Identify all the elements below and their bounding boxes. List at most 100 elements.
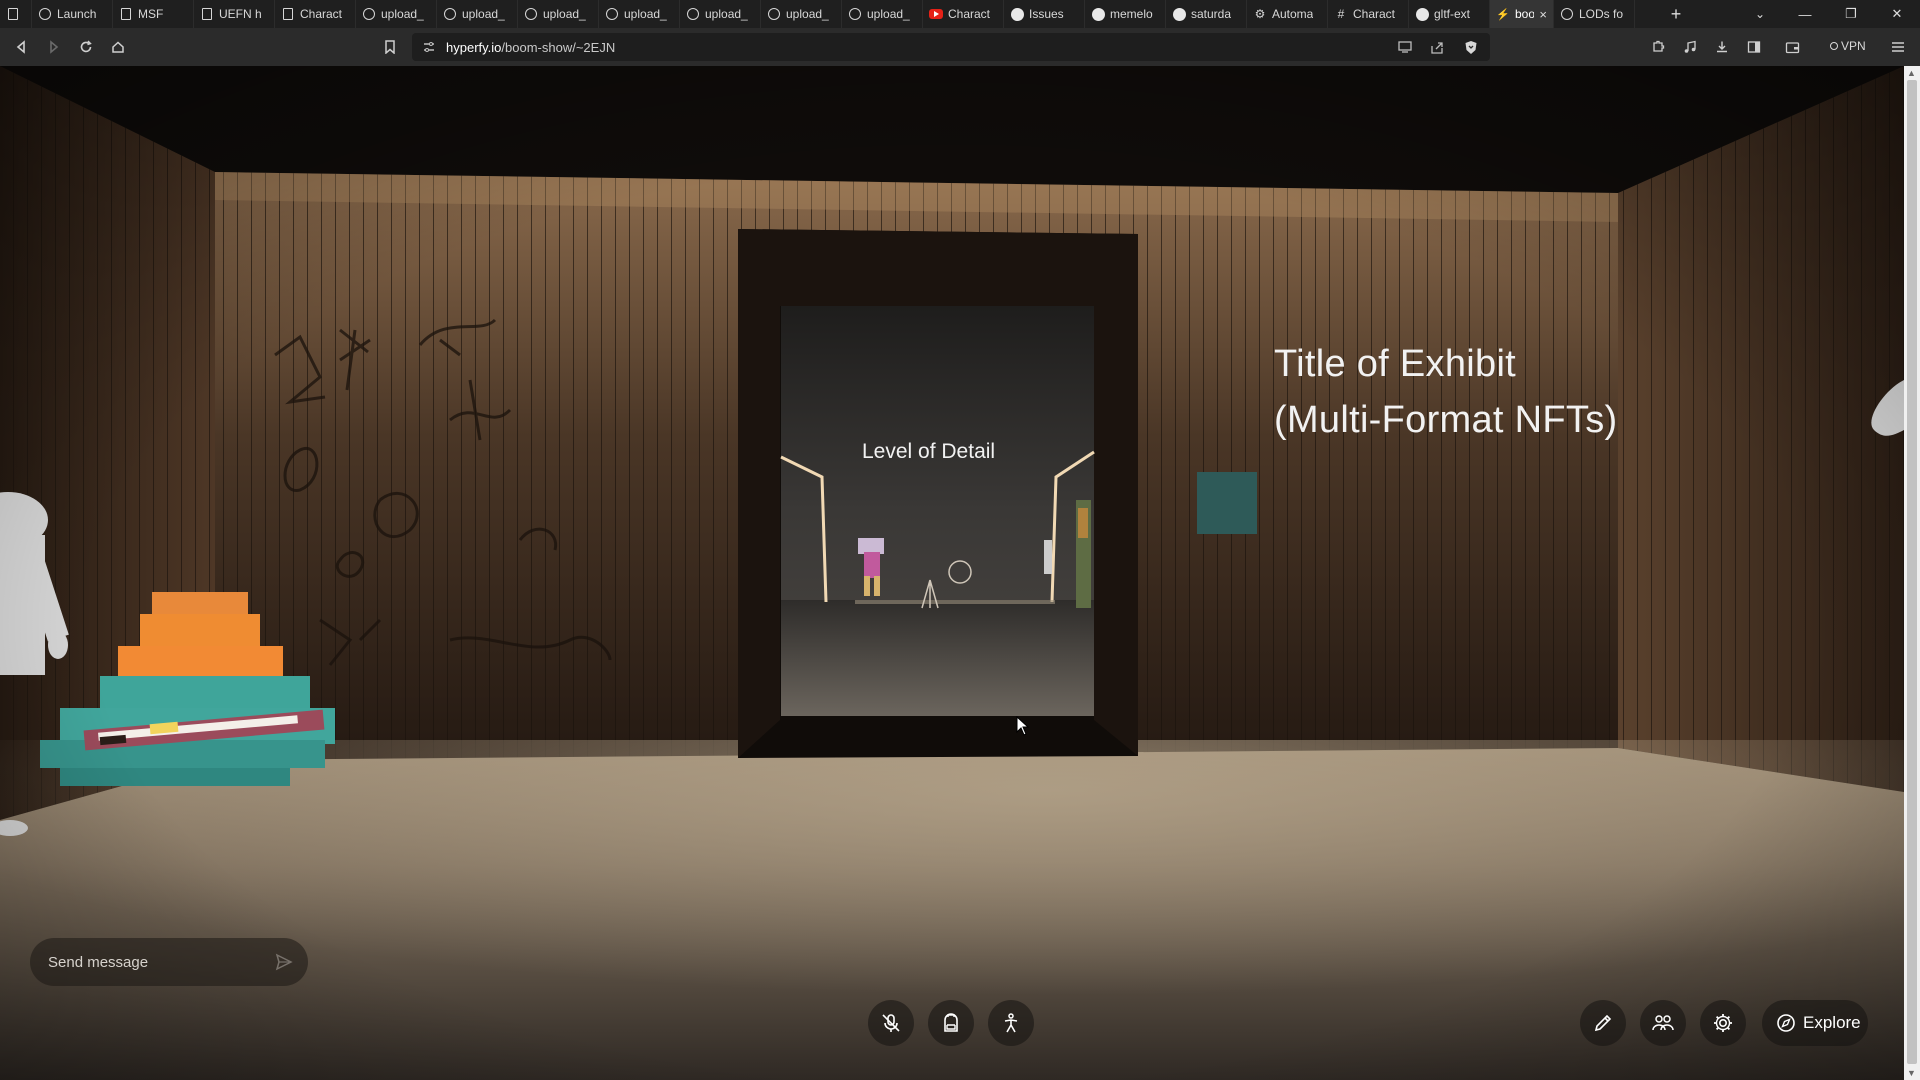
url-text: hyperfy.io/boom-show/~2EJN bbox=[446, 40, 615, 55]
menu-icon[interactable] bbox=[1888, 37, 1908, 57]
tab-title: upload_ bbox=[705, 7, 748, 21]
minimize-button[interactable]: — bbox=[1782, 0, 1828, 28]
brave-shield-icon[interactable] bbox=[1462, 38, 1480, 56]
vpn-icon bbox=[1830, 42, 1838, 50]
exhibit-title: Title of Exhibit (Multi-Format NFTs) bbox=[1274, 336, 1617, 448]
page-scrollbar[interactable]: ▲ ▼ bbox=[1904, 66, 1920, 1080]
tab-title: upload_ bbox=[867, 7, 910, 21]
download-icon[interactable] bbox=[1712, 37, 1732, 57]
backpack-icon bbox=[944, 1013, 958, 1032]
tab-title: LODs fo bbox=[1579, 7, 1624, 21]
cast-icon[interactable] bbox=[1396, 38, 1414, 56]
home-icon bbox=[112, 41, 124, 53]
tab-search-button[interactable]: ⌄ bbox=[1740, 0, 1780, 28]
explore-button[interactable]: Explore bbox=[1762, 1000, 1868, 1046]
globe-icon bbox=[524, 7, 538, 21]
globe-icon bbox=[848, 7, 862, 21]
tab-title: MSF bbox=[138, 7, 164, 21]
github-icon bbox=[1172, 7, 1186, 21]
gallery-scene bbox=[0, 66, 1904, 1080]
build-button[interactable] bbox=[1580, 1000, 1626, 1046]
close-window-button[interactable]: ✕ bbox=[1874, 0, 1920, 28]
browser-tab[interactable]: Charact bbox=[923, 0, 1004, 28]
exhibit-title-line2: (Multi-Format NFTs) bbox=[1274, 399, 1618, 441]
mute-mic-button[interactable] bbox=[868, 1000, 914, 1046]
music-icon[interactable] bbox=[1680, 37, 1700, 57]
browser-tab[interactable]: upload_ bbox=[842, 0, 923, 28]
browser-tab[interactable]: Launch bbox=[32, 0, 113, 28]
browser-tab[interactable]: upload_ bbox=[437, 0, 518, 28]
tab-title: upload_ bbox=[381, 7, 424, 21]
browser-tab[interactable]: Issues bbox=[1004, 0, 1085, 28]
tab-title: Charact bbox=[948, 7, 991, 21]
github-icon bbox=[1091, 7, 1105, 21]
people-icon bbox=[1652, 1015, 1674, 1031]
share-icon[interactable] bbox=[1428, 38, 1446, 56]
home-button[interactable] bbox=[108, 37, 128, 57]
chat-input[interactable] bbox=[46, 952, 260, 972]
forward-arrow-icon bbox=[50, 40, 59, 54]
bookmark-button[interactable] bbox=[380, 37, 400, 57]
browser-tab[interactable]: ⚙ Automa bbox=[1247, 0, 1328, 28]
browser-tab[interactable]: saturda bbox=[1166, 0, 1247, 28]
pencil-icon bbox=[1594, 1014, 1612, 1032]
browser-tab[interactable]: upload_ bbox=[680, 0, 761, 28]
bookmark-icon bbox=[385, 40, 395, 54]
browser-tab[interactable]: memelo bbox=[1085, 0, 1166, 28]
world-viewport[interactable] bbox=[0, 66, 1904, 1080]
site-info-icon[interactable] bbox=[420, 38, 438, 56]
tab-title: upload_ bbox=[624, 7, 667, 21]
browser-tab[interactable]: gltf-ext bbox=[1409, 0, 1490, 28]
reload-icon bbox=[80, 40, 92, 53]
scroll-down-arrow-icon[interactable]: ▼ bbox=[1907, 1068, 1916, 1078]
url-field[interactable]: hyperfy.io/boom-show/~2EJN bbox=[412, 33, 1490, 61]
browser-tab[interactable]: upload_ bbox=[356, 0, 437, 28]
mic-off-icon bbox=[882, 1014, 900, 1032]
exhibit-title-line1: Title of Exhibit bbox=[1274, 343, 1517, 385]
browser-tab[interactable]: MSF bbox=[113, 0, 194, 28]
browser-tab[interactable]: # Charact bbox=[1328, 0, 1409, 28]
scrollbar-thumb[interactable] bbox=[1907, 80, 1917, 1064]
reload-button[interactable] bbox=[76, 37, 96, 57]
browser-tab[interactable]: upload_ bbox=[599, 0, 680, 28]
forward-button[interactable] bbox=[44, 37, 64, 57]
tab-title: Automa bbox=[1272, 7, 1314, 21]
bolt-icon: ⚡ bbox=[1496, 8, 1510, 21]
tab-title: Charact bbox=[300, 7, 343, 21]
document-icon bbox=[119, 7, 133, 21]
chat-box bbox=[30, 938, 308, 986]
globe-icon bbox=[686, 7, 700, 21]
browser-tab[interactable]: upload_ bbox=[761, 0, 842, 28]
people-button[interactable] bbox=[1640, 1000, 1686, 1046]
browser-tab[interactable]: UEFN h bbox=[194, 0, 275, 28]
wallet-icon[interactable] bbox=[1782, 37, 1802, 57]
github-icon bbox=[1415, 7, 1429, 21]
back-button[interactable] bbox=[11, 37, 31, 57]
close-tab-icon[interactable]: × bbox=[1539, 7, 1547, 22]
browser-tab[interactable] bbox=[0, 0, 32, 28]
new-tab-button[interactable]: + bbox=[1656, 0, 1696, 28]
doorway-label: Level of Detail bbox=[862, 440, 996, 463]
back-arrow-icon bbox=[16, 40, 25, 54]
browser-tab[interactable]: LODs fo bbox=[1554, 0, 1635, 28]
person-icon bbox=[1004, 1013, 1018, 1033]
compass-icon bbox=[1777, 1014, 1795, 1032]
settings-button[interactable] bbox=[1700, 1000, 1746, 1046]
browser-tab-strip: Launch MSF UEFN h Charact upload_ upload_ uplo… bbox=[0, 0, 1920, 28]
gear-icon bbox=[1714, 1014, 1732, 1032]
emote-button[interactable] bbox=[988, 1000, 1034, 1046]
tab-title: boo bbox=[1515, 7, 1535, 21]
browser-tab[interactable]: upload_ bbox=[518, 0, 599, 28]
gear-icon: ⚙ bbox=[1254, 7, 1266, 21]
scroll-up-arrow-icon[interactable]: ▲ bbox=[1907, 68, 1916, 78]
tab-active[interactable]: ⚡ boo × bbox=[1490, 0, 1554, 28]
browser-tab[interactable]: Charact bbox=[275, 0, 356, 28]
sidebar-icon[interactable] bbox=[1744, 37, 1764, 57]
github-icon bbox=[1010, 7, 1024, 21]
backpack-button[interactable] bbox=[928, 1000, 974, 1046]
tab-title: upload_ bbox=[543, 7, 586, 21]
send-icon[interactable] bbox=[274, 952, 294, 972]
vpn-button[interactable]: VPN bbox=[1830, 39, 1866, 53]
extensions-icon[interactable] bbox=[1648, 37, 1668, 57]
restore-button[interactable]: ❐ bbox=[1828, 0, 1874, 28]
